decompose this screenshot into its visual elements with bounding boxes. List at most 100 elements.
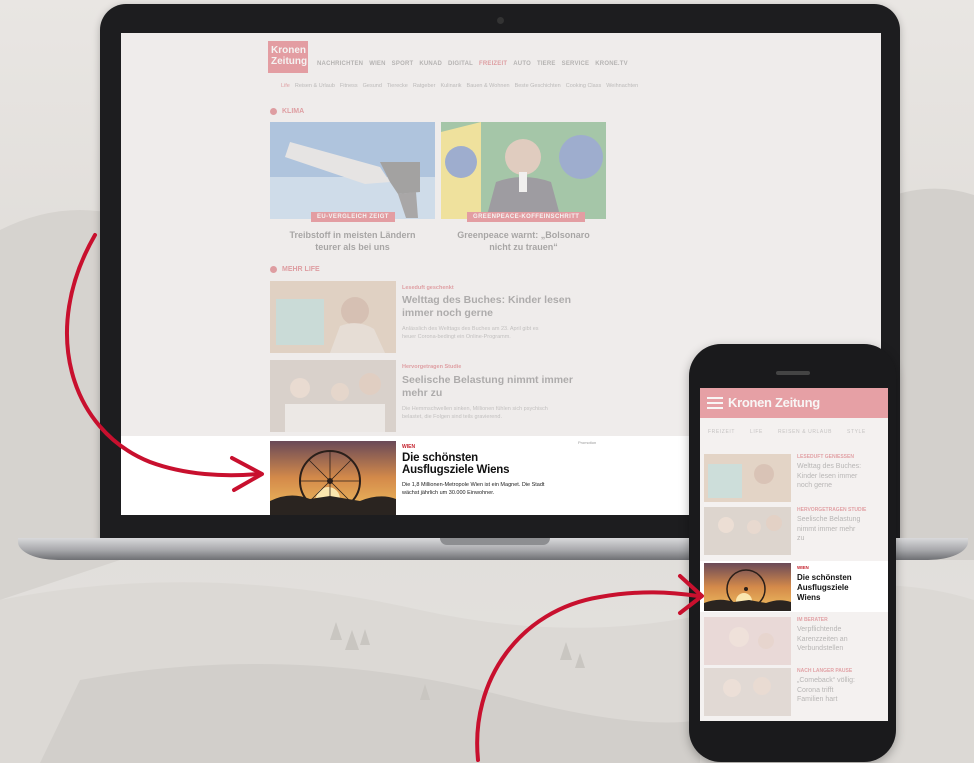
phone-title-line: Verpflichtende [797, 626, 842, 633]
subnav-item[interactable]: Reisen & Urlaub [295, 83, 335, 89]
phone-tab[interactable]: LIFE [750, 429, 763, 435]
highlight-image-vienna[interactable] [270, 441, 396, 515]
section-bullet-icon [270, 108, 277, 115]
phone-title-line: Welttag des Buches: [797, 463, 862, 470]
list-title[interactable]: Seelische Belastung nimmt immer mehr zu [402, 374, 573, 400]
phone-title-line: Seelische Belastung [797, 516, 861, 523]
phone-title-line: noch gerne [797, 482, 833, 489]
phone-highlight-kicker: WIEN [797, 565, 809, 570]
nav-item[interactable]: TIERE [537, 61, 556, 67]
phone-highlight-title-line: Ausflugsziele [797, 583, 849, 592]
phone-list-item[interactable]: IM BERATER Verpflichtende Karenzzeiten a… [704, 617, 884, 667]
subnav-item[interactable]: Ratgeber [413, 83, 436, 89]
phone-title-line: Kinder lesen immer [797, 472, 858, 480]
subnav-item-active[interactable]: Life [281, 83, 290, 89]
list-title-line: Seelische Belastung nimmt immer [402, 374, 573, 386]
list-title-line: mehr zu [402, 387, 443, 399]
card-title-line: nicht zu trauen“ [489, 242, 558, 252]
list-teaser: Die Hemmschwellen sinken, Millionen fühl… [402, 405, 597, 421]
phone-title-line: Corona trifft [797, 686, 834, 694]
list-teaser-line: belastet, die Folgen sind teils graviere… [402, 414, 502, 420]
section-heading-text: KLIMA [282, 108, 305, 115]
fuel-nozzle-illustration [270, 122, 435, 219]
phone-highlight-title-line: Die schönsten [797, 573, 852, 582]
phone-tabs: FREIZEIT LIFE REISEN & URLAUB STYLE [708, 429, 866, 435]
highlight-kicker: WIEN [402, 444, 416, 450]
site-logo[interactable]: Kronen Zeitung [268, 41, 308, 73]
phone-title-line: Karenzzeiten an [797, 635, 848, 643]
sub-navigation: Life Reisen & Urlaub Fitness Gesund Tier… [281, 83, 638, 89]
list-title[interactable]: Welttag des Buches: Kinder lesen immer n… [402, 294, 571, 320]
phone-list-kicker: NACH LANGER PAUSE [797, 668, 853, 674]
phone-list-title: „Comeback“ völlig: Corona trifft Familie… [797, 676, 883, 705]
subnav-item[interactable]: Cooking Class [566, 83, 601, 89]
phone-highlight-title-line: Wiens [797, 593, 821, 602]
vienna-ferris-wheel-photo [704, 563, 791, 611]
list-kicker: Leseduft geschenkt [402, 285, 454, 291]
highlight-title[interactable]: Die schönsten Ausflugsziele Wiens [402, 452, 509, 476]
subnav-item[interactable]: Gesund [363, 83, 382, 89]
phone-list-item[interactable]: HERVORGETRAGEN STUDIE Seelische Belastun… [704, 507, 884, 557]
list-title-line: Welttag des Buches: Kinder lesen [402, 294, 572, 306]
list-teaser: Anlässlich des Welttags des Buches am 23… [402, 325, 597, 341]
phone-list-item[interactable]: LESEDUFT GENIESSEN Welttag des Buches: K… [704, 454, 884, 504]
laptop-camera [497, 17, 504, 24]
nav-item[interactable]: KUNAD [419, 61, 442, 67]
phone-highlight-image[interactable] [704, 563, 791, 611]
phone-list-image [704, 454, 791, 502]
phone-tab[interactable]: REISEN & URLAUB [778, 429, 832, 435]
phone-screen: Kronen Zeitung FREIZEIT LIFE REISEN & UR… [700, 388, 888, 721]
phone-list-title: Welttag des Buches: Kinder lesen immer n… [797, 462, 883, 491]
subnav-item[interactable]: Beste Geschichten [515, 83, 561, 89]
card-image-fuel[interactable] [270, 122, 435, 219]
phone-title-line: nimmt immer mehr [797, 525, 856, 533]
nav-item[interactable]: NACHRICHTEN [317, 61, 363, 67]
highlight-title-line: Die schönsten [402, 452, 479, 464]
nav-item[interactable]: DIGITAL [448, 61, 473, 67]
section-heading-text: MEHR LIFE [282, 266, 320, 273]
highlight-teaser-line: wächst jährlich um 30.000 Einwohner. [402, 490, 495, 496]
nav-item[interactable]: AUTO [513, 61, 531, 67]
phone-tab[interactable]: STYLE [847, 429, 866, 435]
subnav-item[interactable]: Weihnachten [606, 83, 638, 89]
phone-list-title: Seelische Belastung nimmt immer mehr zu [797, 515, 883, 544]
nav-item[interactable]: WIEN [369, 61, 385, 67]
phone-list-image [704, 668, 791, 716]
logo-text-line2: Zeitung [271, 56, 308, 67]
section-heading-mehr-life: MEHR LIFE [270, 266, 320, 273]
list-image-family[interactable] [270, 360, 396, 432]
phone-list-image [704, 617, 791, 665]
nav-item[interactable]: SERVICE [562, 61, 590, 67]
highlight-title-line: Ausflugsziele Wiens [402, 464, 510, 476]
nav-item[interactable]: KRONE.TV [595, 61, 628, 67]
card-title[interactable]: Greenpeace warnt: „Bolsonaro nicht zu tr… [441, 229, 606, 253]
section-bullet-icon [270, 266, 277, 273]
phone-list-item[interactable]: NACH LANGER PAUSE „Comeback“ völlig: Cor… [704, 668, 884, 718]
politician-photo-illustration [441, 122, 606, 219]
phone-list-kicker: HERVORGETRAGEN STUDIE [797, 507, 867, 513]
hamburger-menu-icon[interactable] [707, 397, 723, 409]
phone-highlight-title[interactable]: Die schönsten Ausflugsziele Wiens [797, 573, 882, 603]
laptop-hinge-notch [440, 538, 550, 545]
phone-logo[interactable]: Kronen Zeitung [728, 395, 820, 410]
subnav-item[interactable]: Bauen & Wohnen [467, 83, 510, 89]
list-title-line: immer noch gerne [402, 307, 494, 319]
card-title-line: teurer als bei uns [315, 242, 390, 252]
card-title-line: Greenpeace warnt: „Bolsonaro [457, 230, 590, 240]
logo-text-line1: Kronen [271, 45, 306, 56]
subnav-item[interactable]: Fitness [340, 83, 358, 89]
phone-tab[interactable]: FREIZEIT [708, 429, 735, 435]
card-title[interactable]: Treibstoff in meisten Ländern teurer als… [270, 229, 435, 253]
subnav-item[interactable]: Kulinarik [440, 83, 461, 89]
nav-item[interactable]: SPORT [392, 61, 414, 67]
list-image-books[interactable] [270, 281, 396, 353]
highlight-teaser-line: Die 1,8 Millionen-Metropole Wien ist ein… [402, 482, 545, 488]
nav-item-active[interactable]: FREIZEIT [479, 61, 507, 67]
promotion-label: Promotion [578, 440, 597, 445]
family-photo-illustration [270, 360, 396, 432]
card-image-politician[interactable] [441, 122, 606, 219]
main-navigation: NACHRICHTEN WIEN SPORT KUNAD DIGITAL FRE… [317, 61, 628, 67]
subnav-item[interactable]: Tierecke [387, 83, 408, 89]
section-heading-klima: KLIMA [270, 108, 304, 115]
phone-list-title: Verpflichtende Karenzzeiten an Verbundst… [797, 625, 883, 654]
